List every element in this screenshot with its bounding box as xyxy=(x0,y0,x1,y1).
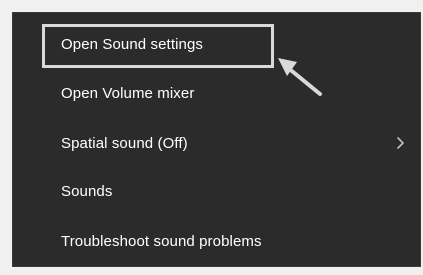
menu-item-label: Open Volume mixer xyxy=(61,84,195,102)
menu-item-open-volume-mixer[interactable]: Open Volume mixer xyxy=(12,69,421,117)
menu-item-label: Sounds xyxy=(61,182,113,200)
menu-item-label: Open Sound settings xyxy=(61,35,203,53)
menu-item-troubleshoot-sound-problems[interactable]: Troubleshoot sound problems xyxy=(12,217,421,265)
menu-item-open-sound-settings[interactable]: Open Sound settings xyxy=(12,20,421,68)
menu-item-label: Spatial sound (Off) xyxy=(61,134,188,152)
sound-context-menu: Open Sound settings Open Volume mixer Sp… xyxy=(12,12,421,267)
menu-item-spatial-sound[interactable]: Spatial sound (Off) xyxy=(12,119,421,167)
screenshot-frame: Open Sound settings Open Volume mixer Sp… xyxy=(0,0,423,275)
menu-item-label: Troubleshoot sound problems xyxy=(61,232,262,250)
chevron-right-icon xyxy=(393,136,407,150)
menu-item-sounds[interactable]: Sounds xyxy=(12,167,421,215)
